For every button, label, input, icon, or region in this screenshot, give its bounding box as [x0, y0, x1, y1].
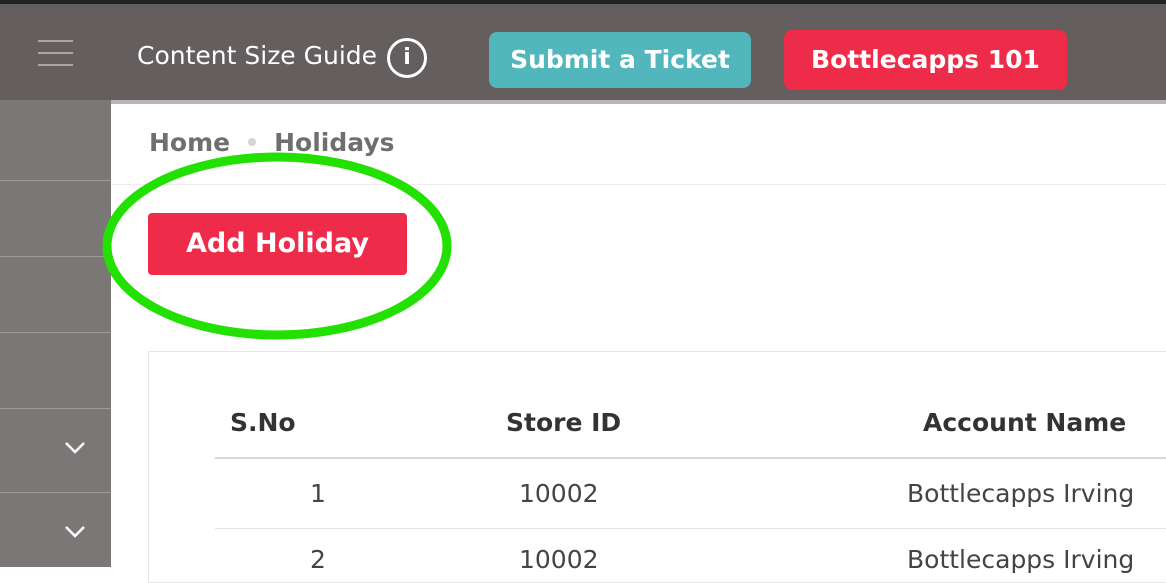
sidebar-item-3[interactable]	[0, 257, 111, 333]
sidebar-item-1[interactable]	[0, 100, 111, 181]
sidebar-item-5[interactable]	[0, 409, 111, 493]
cell-account-name: Bottlecapps Irving	[907, 545, 1135, 574]
hamburger-menu-icon[interactable]	[38, 40, 73, 66]
sidebar-item-6[interactable]	[0, 493, 111, 573]
submit-ticket-button[interactable]: Submit a Ticket	[489, 32, 751, 88]
header-underline	[111, 100, 1166, 104]
breadcrumb-divider	[111, 184, 1166, 185]
add-holiday-button[interactable]: Add Holiday	[148, 213, 407, 275]
sidebar	[0, 100, 111, 567]
cell-store-id: 10002	[519, 479, 599, 508]
breadcrumb-home[interactable]: Home	[149, 128, 230, 157]
column-header-store-id[interactable]: Store ID	[506, 408, 621, 437]
chevron-down-icon[interactable]	[64, 441, 85, 461]
info-icon[interactable]: i	[387, 38, 427, 78]
breadcrumb: Home Holidays	[149, 128, 395, 157]
cell-store-id: 10002	[519, 545, 599, 574]
chevron-down-icon[interactable]	[64, 525, 85, 545]
cell-sno: 2	[310, 545, 326, 574]
cell-account-name: Bottlecapps Irving	[907, 479, 1135, 508]
table-row-divider	[215, 528, 1166, 529]
content-size-guide-link[interactable]: Content Size Guide	[137, 40, 377, 72]
breadcrumb-separator-dot	[248, 138, 257, 146]
sidebar-item-2[interactable]	[0, 181, 111, 257]
column-header-sno[interactable]: S.No	[230, 408, 296, 437]
sidebar-item-4[interactable]	[0, 333, 111, 409]
table-header-divider	[215, 457, 1166, 459]
breadcrumb-current: Holidays	[274, 128, 395, 157]
top-header-bar: Content Size Guide i Submit a Ticket Bot…	[0, 0, 1166, 100]
bottlecapps-101-button[interactable]: Bottlecapps 101	[784, 30, 1067, 90]
column-header-account-name[interactable]: Account Name	[923, 408, 1126, 437]
cell-sno: 1	[310, 479, 326, 508]
